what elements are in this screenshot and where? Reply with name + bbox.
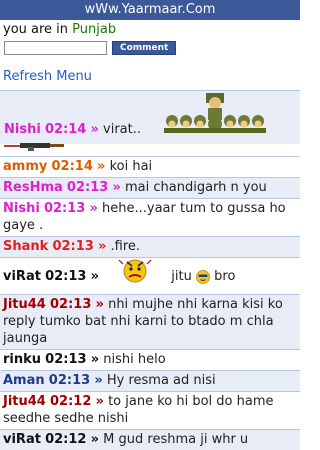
message-nick[interactable]: viRat bbox=[3, 269, 41, 284]
refresh-menu-link[interactable]: Refresh Menu bbox=[0, 60, 300, 84]
message-text: jitu bbox=[171, 269, 192, 284]
message-text: .fire. bbox=[110, 239, 141, 254]
chat-message: Aman 02:13 » Hy resma ad nisi bbox=[0, 370, 300, 391]
cool-smiley-icon bbox=[196, 269, 210, 284]
message-nick[interactable]: Shank bbox=[3, 239, 48, 254]
chat-message: Nishi 02:14 » virat.. bbox=[0, 90, 300, 151]
message-time: 02:13 bbox=[45, 269, 87, 284]
message-time: 02:12 bbox=[50, 394, 92, 409]
chat-message: rinku 02:13 » nishi helo bbox=[0, 349, 300, 370]
message-time: 02:14 bbox=[51, 159, 93, 174]
chat-message: Nishi 02:13 » hehe...yaar tum to gussa h… bbox=[0, 198, 300, 236]
message-nick[interactable]: Nishi bbox=[3, 201, 40, 216]
chat-message: Jitu44 02:13 » nhi mujhe nhi karna kisi … bbox=[0, 294, 300, 349]
comment-form: Comment bbox=[0, 38, 300, 60]
message-time: 02:13 bbox=[66, 180, 109, 195]
message-nick[interactable]: ammy bbox=[3, 159, 47, 174]
location-place: Punjab bbox=[72, 22, 117, 37]
site-header: wWw.Yaarmaar.Com bbox=[0, 0, 300, 20]
message-nick[interactable]: Jitu44 bbox=[3, 394, 46, 409]
message-nick[interactable]: Jitu44 bbox=[3, 297, 46, 312]
message-nick[interactable]: Nishi bbox=[4, 122, 41, 137]
soldiers-image bbox=[164, 93, 266, 133]
message-time: 02:13 bbox=[43, 201, 86, 216]
message-time: 02:14 bbox=[44, 122, 87, 137]
angry-smiley-icon bbox=[118, 259, 152, 282]
chat-message: viRat 02:12 » M gud reshma ji whr u bbox=[0, 429, 300, 450]
location-line: you are in Punjab bbox=[0, 20, 300, 38]
message-time: 02:13 bbox=[45, 352, 87, 367]
chat-messages: Nishi 02:14 » virat.. ammy 02:14 » koi h… bbox=[0, 90, 300, 450]
message-nick[interactable]: ResHma bbox=[3, 180, 63, 195]
message-time: 02:13 bbox=[50, 297, 92, 312]
gun-icon bbox=[4, 143, 64, 151]
message-text: nishi helo bbox=[103, 352, 166, 367]
message-nick[interactable]: viRat bbox=[3, 432, 41, 447]
chat-message: ResHma 02:13 » mai chandigarh n you bbox=[0, 177, 300, 198]
comment-input[interactable] bbox=[4, 41, 107, 55]
message-text: koi hai bbox=[109, 159, 153, 174]
site-title: wWw.Yaarmaar.Com bbox=[84, 2, 216, 17]
comment-button[interactable]: Comment bbox=[112, 41, 177, 55]
message-time: 02:12 bbox=[45, 432, 87, 447]
message-text: M gud reshma ji whr u bbox=[103, 432, 249, 447]
chat-message: viRat 02:13 » jitu bro bbox=[0, 257, 300, 294]
message-time: 02:13 bbox=[52, 239, 94, 254]
message-text: Hy resma ad nisi bbox=[106, 373, 216, 388]
chat-message: Shank 02:13 » .fire. bbox=[0, 236, 300, 257]
location-prefix: you are in bbox=[3, 22, 69, 37]
chat-message: Jitu44 02:12 » to jane ko hi bol do hame… bbox=[0, 391, 300, 429]
message-text-2: bro bbox=[214, 269, 236, 284]
message-time: 02:13 bbox=[48, 373, 91, 388]
chat-message: ammy 02:14 » koi hai bbox=[0, 156, 300, 177]
message-text: mai chandigarh n you bbox=[124, 180, 267, 195]
message-text: virat.. bbox=[103, 122, 141, 137]
message-nick[interactable]: Aman bbox=[3, 373, 45, 388]
message-nick[interactable]: rinku bbox=[3, 352, 41, 367]
